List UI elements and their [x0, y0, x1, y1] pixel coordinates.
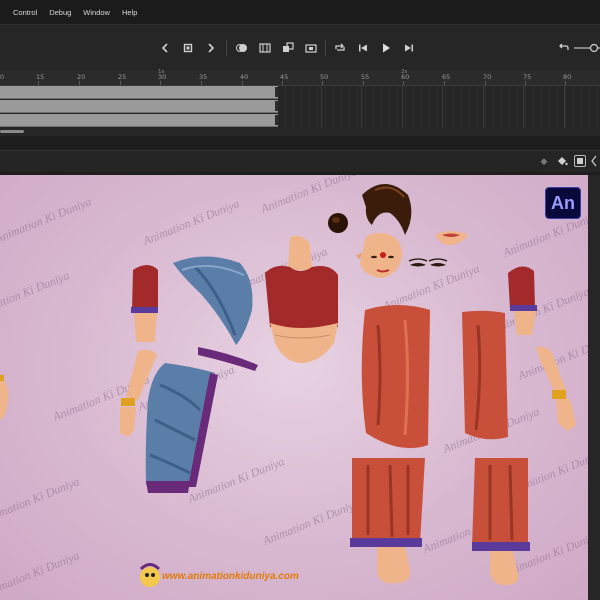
ruler-label: 35: [199, 73, 208, 81]
red-skirt-upper-right: [462, 310, 508, 440]
hair-bun: [328, 213, 348, 233]
menu-debug[interactable]: Debug: [44, 6, 76, 19]
menu-bar: Control Debug Window Help: [0, 0, 600, 24]
red-skirt-lower-left: [350, 458, 425, 584]
onion-skin-icon[interactable]: [235, 41, 249, 55]
undo-icon[interactable]: [556, 41, 570, 55]
frame-divider: [402, 86, 403, 128]
edit-multiple-frames-icon[interactable]: [258, 41, 272, 55]
ruler-label: 30: [158, 73, 167, 81]
frame-divider: [523, 86, 524, 128]
frame-divider: [564, 86, 565, 128]
right-upper-arm: [508, 266, 537, 335]
stop-icon[interactable]: [181, 41, 195, 55]
menu-control[interactable]: Control: [8, 6, 42, 19]
menu-window[interactable]: Window: [78, 6, 115, 19]
red-skirt-lower-right: [472, 458, 530, 585]
layer-frames[interactable]: [0, 100, 278, 113]
ruler-label: 80: [563, 73, 572, 81]
lips: [435, 231, 468, 245]
ruler-label: 45: [280, 73, 289, 81]
ruler-tick: [120, 81, 121, 85]
animate-window: Control Debug Window Help 1s 2s 0 15 20 …: [0, 0, 600, 600]
eyes: [408, 258, 448, 267]
stage-scrollbar[interactable]: [588, 175, 600, 600]
ruler-tick: [525, 81, 526, 85]
ruler-label: 70: [483, 73, 492, 81]
ruler-label: 50: [320, 73, 329, 81]
insert-blank-keyframe-icon[interactable]: [304, 41, 318, 55]
stage-canvas[interactable]: Animation Ki Duniya Animation Ki Duniya …: [0, 175, 588, 600]
right-forearm: [536, 346, 576, 431]
brand-banner[interactable]: www.animationkiduniya.com: [140, 564, 310, 590]
ruler-tick: [38, 81, 39, 85]
zoom-slider[interactable]: [574, 41, 600, 55]
left-edge-hand: [0, 375, 9, 420]
paint-bucket-icon[interactable]: [556, 155, 568, 167]
adobe-animate-logo: An: [545, 187, 581, 219]
step-back-icon[interactable]: [356, 41, 370, 55]
ruler-label: 20: [77, 73, 86, 81]
loop-icon[interactable]: [333, 41, 347, 55]
frame-ruler[interactable]: 1s 2s 0 15 20 25 30 35 40 45 50 55 60 65…: [0, 69, 600, 86]
ruler-label: 65: [442, 73, 451, 81]
left-upper-arm: [131, 265, 158, 342]
step-forward-icon[interactable]: [402, 41, 416, 55]
blue-skirt: [145, 363, 218, 493]
hair: [362, 184, 412, 235]
ruler-tick: [282, 81, 283, 85]
ruler-label: 25: [118, 73, 127, 81]
ruler-tick: [201, 81, 202, 85]
ruler-tick: [160, 81, 161, 85]
ruler-tick: [444, 81, 445, 85]
ruler-tick: [565, 81, 566, 85]
layer-frames[interactable]: [0, 114, 278, 127]
ruler-tick: [242, 81, 243, 85]
ruler-label: 0: [0, 73, 5, 81]
frame-divider: [483, 86, 484, 128]
red-skirt-upper-left: [361, 305, 430, 449]
chevron-left-icon[interactable]: [158, 41, 172, 55]
frame-divider: [442, 86, 443, 128]
ruler-label: 75: [523, 73, 532, 81]
ruler-tick: [403, 81, 404, 85]
layer-frames[interactable]: [0, 86, 278, 99]
blue-drape: [173, 256, 258, 371]
ruler-label: 15: [36, 73, 45, 81]
panel-gap: [0, 136, 600, 150]
insert-keyframe-icon[interactable]: [281, 41, 295, 55]
snap-icon[interactable]: ◆: [538, 155, 550, 167]
timeline-scrollbar[interactable]: [0, 130, 24, 133]
chevron-right-icon[interactable]: [204, 41, 218, 55]
timeline-toolbar: [0, 24, 600, 70]
menu-help[interactable]: Help: [117, 6, 142, 19]
stage-header: ◆: [0, 150, 600, 172]
timeline-panel: [0, 86, 600, 136]
toolbar-divider: [226, 40, 227, 56]
empty-frame-grid[interactable]: [278, 86, 600, 128]
brand-url[interactable]: www.animationkiduniya.com: [162, 571, 299, 582]
toolbar-divider: [325, 40, 326, 56]
clip-stage-icon[interactable]: [574, 155, 586, 167]
frame-divider: [361, 86, 362, 128]
ruler-tick: [485, 81, 486, 85]
ruler-label: 60: [401, 73, 410, 81]
play-icon[interactable]: [379, 41, 393, 55]
face: [356, 233, 402, 278]
ruler-label: 55: [361, 73, 370, 81]
character-parts-artwork: [0, 184, 576, 587]
ruler-label: 40: [240, 73, 249, 81]
ruler-tick: [79, 81, 80, 85]
blouse-torso: [265, 236, 338, 363]
ruler-tick: [322, 81, 323, 85]
fit-stage-icon[interactable]: [590, 155, 600, 167]
ruler-tick: [363, 81, 364, 85]
frame-divider: [321, 86, 322, 128]
